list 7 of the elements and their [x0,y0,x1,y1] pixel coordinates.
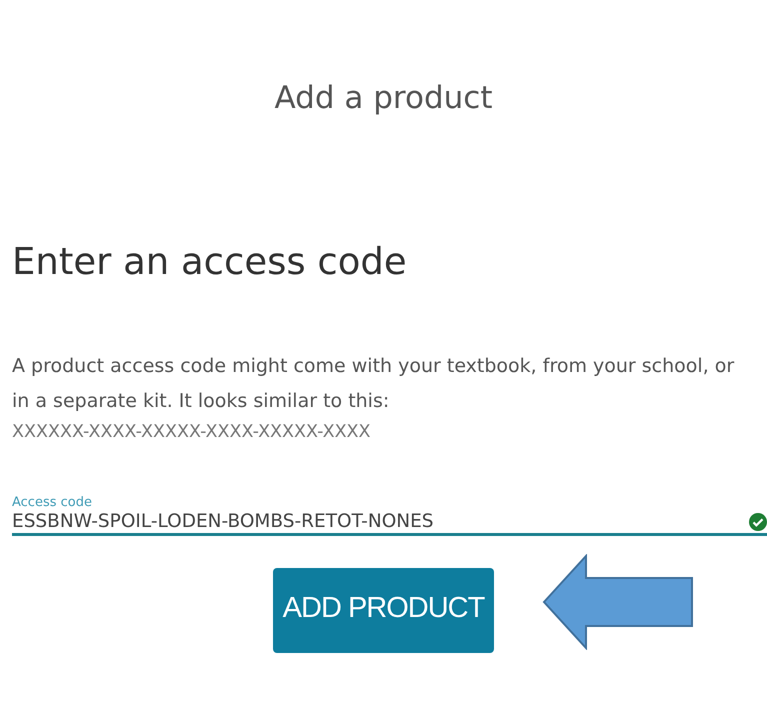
code-format-text: XXXXXX-XXXX-XXXXX-XXXX-XXXXX-XXXX [12,421,372,444]
access-code-field[interactable]: ESSBNW-SPOIL-LODEN-BOMBS-RETOT-NONES [12,510,749,533]
field-label: Access code [12,495,93,510]
page-title: Add a product [274,80,494,116]
section-heading: Enter an access code [12,240,408,283]
description-text: A product access code might come with your textbook, from your school, or in a separate kit. It looks similar to this: [12,354,736,414]
add-product-button[interactable]: ADD PRODUCT [272,568,494,653]
